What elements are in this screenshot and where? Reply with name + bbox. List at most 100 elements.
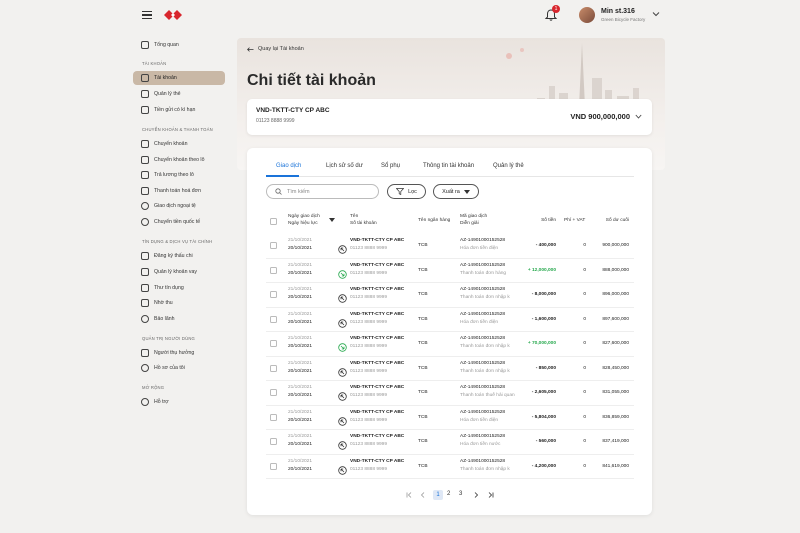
incoming-arrow-icon xyxy=(338,339,347,352)
arrow-left-icon xyxy=(247,46,254,52)
row-checkbox[interactable] xyxy=(270,315,277,323)
table-row[interactable]: 21/10/2021 20/10/2021 VND-TKTT-CTY CP ABC 0… xyxy=(266,259,634,283)
row-checkbox[interactable] xyxy=(270,364,277,372)
table-row[interactable]: 21/10/2021 20/10/2021 VND-TKTT-CTY CP ABC 0… xyxy=(266,357,634,381)
bank-name: TCB xyxy=(418,439,428,444)
sidebar-item-credit-letter[interactable]: Thư tín dụng xyxy=(141,281,223,295)
transaction-date: 21/10/2021 xyxy=(288,385,313,390)
effective-date: 20/10/2021 xyxy=(288,442,313,447)
page-1[interactable]: 1 xyxy=(433,490,443,500)
select-all-checkbox[interactable] xyxy=(270,218,277,225)
row-checkbox[interactable] xyxy=(270,462,277,470)
bill-icon xyxy=(141,187,149,195)
section-label-credit: TÍN DỤNG & DỊCH VỤ TÀI CHÍNH xyxy=(142,239,213,244)
table-row[interactable]: 21/10/2021 20/10/2021 VND-TKTT-CTY CP ABC 0… xyxy=(266,308,634,332)
search-icon xyxy=(275,188,282,195)
bank-logo xyxy=(164,10,182,20)
transaction-amount: - 850,000 xyxy=(535,365,556,371)
next-page-icon[interactable] xyxy=(472,491,480,499)
sidebar-item-profile[interactable]: Hồ sơ của tôi xyxy=(141,361,223,375)
tab-ledger[interactable]: Sổ phụ xyxy=(381,163,400,169)
transaction-amount: + 12,000,000 xyxy=(527,267,556,273)
outgoing-arrow-icon xyxy=(338,388,347,401)
effective-date: 20/10/2021 xyxy=(288,270,313,276)
grid-icon xyxy=(141,41,149,49)
sidebar-item-fx[interactable]: Giao dịch ngoại tệ xyxy=(141,199,223,213)
table-row[interactable]: 21/10/2021 20/10/2021 VND-TKTT-CTY CP ABC 0… xyxy=(266,283,634,308)
sidebar-item-bill-pay[interactable]: Thanh toán hoá đơn xyxy=(141,184,223,198)
row-checkbox[interactable] xyxy=(270,291,277,298)
row-checkbox[interactable] xyxy=(270,389,277,396)
row-checkbox[interactable] xyxy=(270,242,277,249)
export-button[interactable]: Xuất ra xyxy=(433,184,479,199)
transaction-code: AZ-14901000152528 xyxy=(460,434,506,439)
tab-card-management[interactable]: Quản lý thẻ xyxy=(493,163,524,169)
transaction-description: Thanh toán đơn nhập k xyxy=(460,368,510,374)
transaction-description: Hóa đơn tiền điện xyxy=(460,319,499,325)
table-row[interactable]: 21/10/2021 20/10/2021 VND-TKTT-CTY CP ABC 0… xyxy=(266,332,634,357)
transaction-amount: - 4,200,000 xyxy=(531,463,556,469)
sort-icon[interactable] xyxy=(329,218,335,222)
ending-balance: 888,000,000 xyxy=(602,267,629,273)
table-row[interactable]: 21/10/2021 20/10/2021 VND-TKTT-CTY CP ABC 0… xyxy=(266,381,634,406)
row-checkbox[interactable] xyxy=(270,340,277,347)
user-company: Green Bicycle Factory xyxy=(601,17,646,22)
ending-balance: 836,859,000 xyxy=(602,414,629,420)
row-checkbox[interactable] xyxy=(270,413,277,421)
sidebar-item-beneficiaries[interactable]: Người thụ hưởng xyxy=(141,346,223,360)
tab-transactions[interactable]: Giao dịch xyxy=(276,163,301,169)
batch-icon xyxy=(141,156,149,164)
sidebar-item-overview[interactable]: Tổng quan xyxy=(141,38,223,52)
sidebar-item-overdraft[interactable]: Đăng ký thấu chi xyxy=(141,249,223,263)
table-row[interactable]: 21/10/2021 20/10/2021 VND-TKTT-CTY CP ABC 0… xyxy=(266,430,634,455)
search-input[interactable]: Tìm kiếm xyxy=(266,184,379,199)
section-label-users: QUẢN TRỊ NGƯỜI DÙNG xyxy=(142,336,195,341)
row-checkbox[interactable] xyxy=(270,266,277,274)
sidebar-item-loans[interactable]: Quản lý khoản vay xyxy=(141,265,223,279)
counterparty-name: VND-TKTT-CTY CP ABC xyxy=(350,311,405,317)
menu-icon[interactable] xyxy=(142,11,152,20)
ending-balance: 900,000,000 xyxy=(602,243,629,248)
loan-icon xyxy=(141,268,149,276)
sidebar-item-payroll[interactable]: Trả lương theo lô xyxy=(141,168,223,182)
avatar[interactable] xyxy=(579,7,595,23)
counterparty-account: 01123 8888 9999 xyxy=(350,295,387,300)
effective-date: 20/10/2021 xyxy=(288,393,313,398)
effective-date: 20/10/2021 xyxy=(288,368,313,374)
chevron-down-icon[interactable] xyxy=(652,11,660,17)
header-amount: Số tiền xyxy=(541,218,556,223)
page-3[interactable]: 3 xyxy=(459,491,462,497)
counterparty-name: VND-TKTT-CTY CP ABC xyxy=(350,262,405,268)
header-date[interactable]: Ngày giao dịch Ngày hiệu lực xyxy=(288,213,320,227)
outgoing-arrow-icon xyxy=(338,290,347,303)
sidebar-item-cards[interactable]: Quản lý thẻ xyxy=(141,87,223,101)
transaction-code: AZ-14901000152528 xyxy=(460,336,506,341)
tab-account-info[interactable]: Thông tin tài khoản xyxy=(423,163,474,169)
tab-balance-history[interactable]: Lịch sử số dư xyxy=(326,163,363,169)
effective-date: 20/10/2021 xyxy=(288,466,313,472)
users-icon xyxy=(141,349,149,357)
transactions-panel: Giao dịch Lịch sử số dư Sổ phụ Thông tin… xyxy=(247,148,652,515)
chevron-down-icon[interactable] xyxy=(635,114,642,119)
sidebar-item-collection[interactable]: Nhờ thu xyxy=(141,296,223,310)
filter-button[interactable]: Lọc xyxy=(387,184,426,199)
account-selector[interactable]: VND-TKTT-CTY CP ABC 01123 8888 9999 VND … xyxy=(247,99,652,135)
sidebar-item-accounts[interactable]: Tài khoản xyxy=(133,71,225,85)
last-page-icon[interactable] xyxy=(487,491,495,499)
table-row[interactable]: 21/10/2021 20/10/2021 VND-TKTT-CTY CP ABC 0… xyxy=(266,234,634,259)
back-link[interactable]: Quay lại Tài khoản xyxy=(247,46,304,52)
sidebar-item-support[interactable]: Hỗ trợ xyxy=(141,395,223,409)
effective-date: 20/10/2021 xyxy=(288,246,313,251)
sidebar-item-batch-transfer[interactable]: Chuyển khoản theo lô xyxy=(141,153,223,167)
sidebar-item-guarantee[interactable]: Bảo lãnh xyxy=(141,312,223,326)
sidebar-item-deposits[interactable]: Tiền gửi có kì hạn xyxy=(141,103,223,117)
first-page-icon[interactable] xyxy=(405,491,413,499)
table-row[interactable]: 21/10/2021 20/10/2021 VND-TKTT-CTY CP ABC 0… xyxy=(266,406,634,430)
page-2[interactable]: 2 xyxy=(447,491,450,497)
active-tab-indicator xyxy=(266,175,299,177)
sidebar-item-transfer[interactable]: Chuyển khoản xyxy=(141,137,223,151)
sidebar-item-intl-transfer[interactable]: Chuyển tiền quốc tế xyxy=(141,215,223,229)
prev-page-icon[interactable] xyxy=(419,491,427,499)
row-checkbox[interactable] xyxy=(270,438,277,445)
table-row[interactable]: 21/10/2021 20/10/2021 VND-TKTT-CTY CP ABC 0… xyxy=(266,455,634,479)
